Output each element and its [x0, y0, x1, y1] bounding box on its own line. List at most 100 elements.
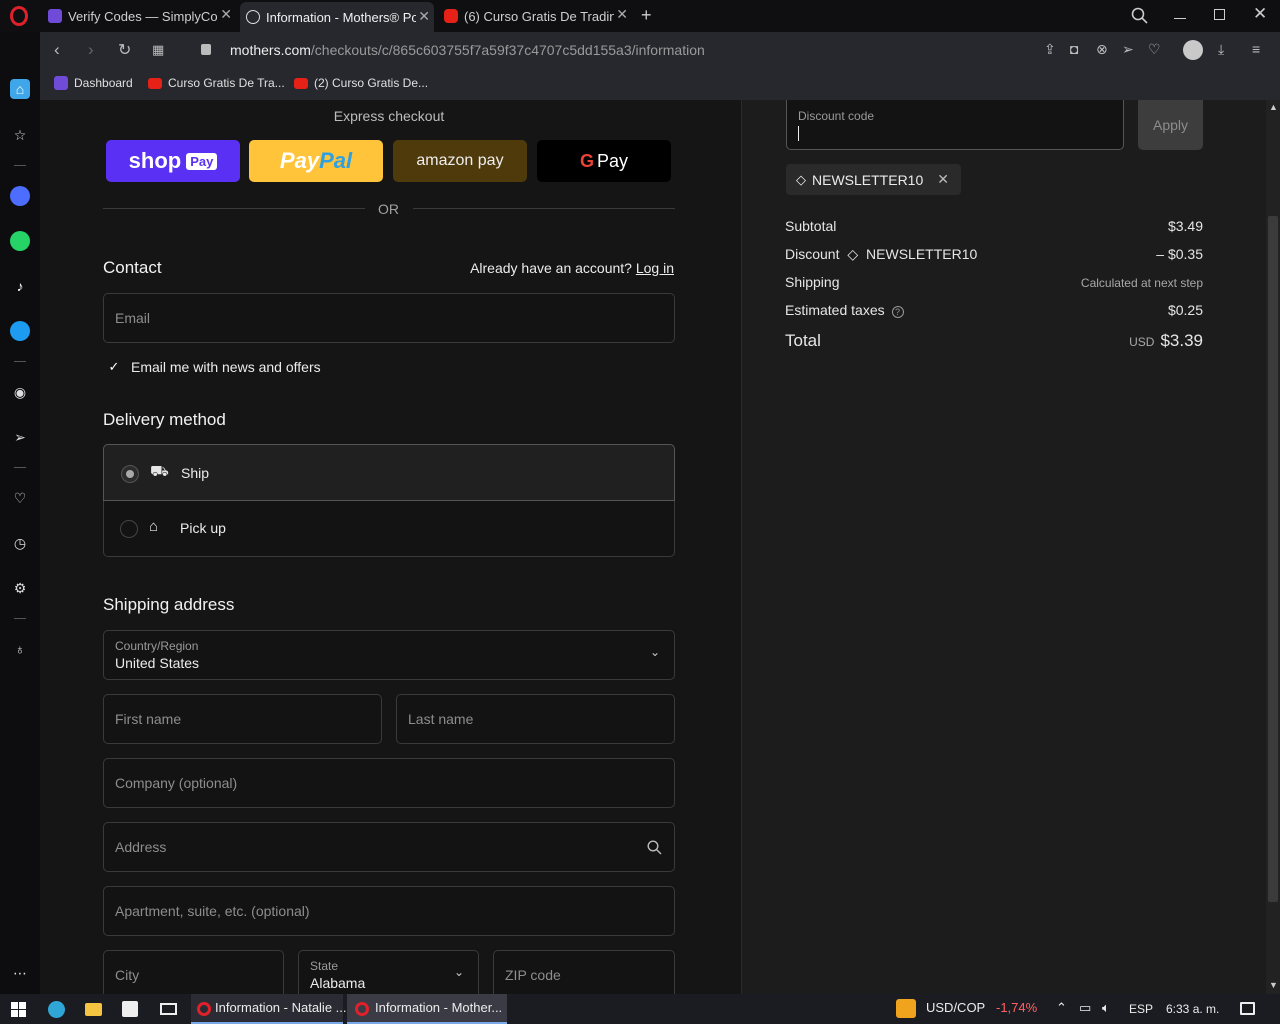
heart-icon[interactable]: ♡: [10, 488, 30, 508]
state-select[interactable]: State Alabama ⌄: [298, 950, 479, 994]
notifications-icon[interactable]: [1240, 1002, 1255, 1015]
help-icon[interactable]: ?: [891, 306, 904, 318]
new-tab-button[interactable]: +: [641, 5, 652, 26]
close-tab-icon[interactable]: ✕: [616, 6, 628, 23]
minimize-icon[interactable]: [1174, 18, 1186, 19]
scroll-down-icon[interactable]: ▼: [1269, 980, 1278, 990]
discount-code-field[interactable]: Discount code: [786, 100, 1124, 150]
folder-icon[interactable]: [85, 1003, 102, 1016]
ship-radio[interactable]: [121, 465, 139, 483]
tabs-grid-icon[interactable]: ▦: [152, 42, 164, 58]
dashboard-icon: [54, 76, 68, 90]
ship-option[interactable]: ⛟ Ship: [103, 444, 675, 501]
email-field[interactable]: Email: [103, 293, 675, 343]
chevron-down-icon: ⌄: [649, 645, 660, 659]
forward-icon[interactable]: ›: [88, 40, 94, 60]
lock-icon[interactable]: [201, 44, 211, 55]
apply-button[interactable]: Apply: [1138, 100, 1203, 150]
text-cursor: [798, 126, 799, 141]
google-pay-button[interactable]: G Pay: [537, 140, 671, 182]
newsletter-checkbox[interactable]: ✓: [106, 359, 122, 375]
ticker-change: -1,74%: [996, 1000, 1038, 1015]
share-icon[interactable]: ⇪: [1044, 41, 1056, 58]
close-tab-icon[interactable]: ✕: [418, 8, 430, 25]
divider: [14, 618, 26, 619]
remove-code-icon[interactable]: ✕: [937, 171, 949, 188]
close-window-icon[interactable]: ✕: [1253, 4, 1267, 24]
lightbulb-icon[interactable]: ♁: [10, 639, 30, 659]
settings-icon[interactable]: ⚙: [10, 578, 30, 598]
whatsapp-icon[interactable]: [10, 231, 30, 251]
more-icon[interactable]: ⋯: [10, 963, 30, 983]
last-name-field[interactable]: Last name: [396, 694, 675, 744]
first-name-field[interactable]: First name: [103, 694, 382, 744]
profile-icon[interactable]: [1183, 40, 1203, 60]
ticker-label[interactable]: USD/COP: [926, 1000, 985, 1015]
city-field[interactable]: City: [103, 950, 284, 994]
divider-left: [103, 208, 365, 209]
opera-sidebar: ⌂ ☆ ♪ ◉ ➢ ♡ ◷ ⚙ ♁ ⋯: [0, 32, 40, 994]
menu-icon[interactable]: ≡: [1252, 41, 1260, 57]
player-icon[interactable]: ◉: [10, 382, 30, 402]
address-field[interactable]: Address: [103, 822, 675, 872]
discount-tag[interactable]: ◇ NEWSLETTER10 ✕: [786, 164, 961, 195]
send-icon[interactable]: ➢: [10, 427, 30, 447]
tab-verify-codes[interactable]: Verify Codes — SimplyCodes ✕: [42, 4, 236, 28]
close-tab-icon[interactable]: ✕: [220, 6, 232, 23]
twitter-icon[interactable]: [10, 321, 30, 341]
send-icon[interactable]: ➢: [1122, 41, 1134, 58]
home-icon[interactable]: ⌂: [10, 79, 30, 99]
shipping-row: Shipping Calculated at next step: [785, 274, 1203, 290]
edge-icon[interactable]: [48, 1001, 65, 1018]
windows-start-icon[interactable]: [11, 1002, 26, 1017]
bookmark-curso-2[interactable]: (2) Curso Gratis De...: [294, 76, 428, 90]
url-field[interactable]: mothers.com/checkouts/c/865c603755f7a59f…: [230, 42, 705, 58]
shop-pay-button[interactable]: shop Pay: [106, 140, 240, 182]
adblock-icon[interactable]: ⊗: [1096, 41, 1108, 58]
bookmark-dashboard[interactable]: Dashboard: [54, 76, 133, 90]
page-scrollbar[interactable]: ▲ ▼: [1266, 100, 1280, 994]
tab-curso-trading[interactable]: (6) Curso Gratis De Trading ✕: [438, 4, 632, 28]
pickup-option[interactable]: ⌂ Pick up: [103, 501, 675, 557]
language-indicator[interactable]: ESP: [1129, 1002, 1153, 1016]
scroll-thumb[interactable]: [1268, 216, 1278, 902]
apartment-field[interactable]: Apartment, suite, etc. (optional): [103, 886, 675, 936]
tray-chevron-icon[interactable]: ⌃: [1056, 1000, 1067, 1016]
store-icon: ⌂: [149, 518, 159, 535]
login-link[interactable]: Log in: [636, 260, 674, 276]
pickup-radio[interactable]: [120, 520, 138, 538]
clock[interactable]: 6:33 a. m.: [1166, 1002, 1219, 1016]
globe-icon: [246, 10, 260, 24]
express-checkout-title: Express checkout: [333, 108, 445, 124]
volume-icon[interactable]: 🔈︎: [1102, 1000, 1110, 1016]
messenger-icon[interactable]: [10, 186, 30, 206]
search-tabs-icon[interactable]: [1131, 7, 1148, 24]
download-icon[interactable]: ⤓: [1218, 41, 1224, 58]
truck-icon: ⛟: [150, 463, 169, 480]
reload-icon[interactable]: ↻: [118, 40, 131, 60]
address-bar: ‹ › ↻ ▦ mothers.com/checkouts/c/865c6037…: [40, 32, 1280, 68]
taskbar-app-1-label: Information - Natalie ...: [215, 1000, 347, 1015]
paypal-button[interactable]: Pay Pal: [249, 140, 383, 182]
youtube-icon: [294, 77, 308, 89]
scroll-up-icon[interactable]: ▲: [1269, 102, 1278, 112]
back-icon[interactable]: ‹: [54, 40, 60, 60]
restore-icon[interactable]: [1214, 9, 1225, 20]
history-icon[interactable]: ◷: [10, 533, 30, 553]
mail-icon[interactable]: [160, 1003, 177, 1015]
amazon-pay-button[interactable]: amazon pay: [393, 140, 527, 182]
store-icon[interactable]: [122, 1001, 138, 1017]
network-icon[interactable]: ▭: [1079, 1000, 1091, 1016]
subtotal-row: Subtotal $3.49: [785, 218, 1203, 234]
zip-field[interactable]: ZIP code: [493, 950, 675, 994]
tiktok-icon[interactable]: ♪: [10, 276, 30, 296]
bookmark-star-icon[interactable]: ☆: [10, 125, 30, 145]
heart-icon[interactable]: ♡: [1148, 41, 1161, 58]
camera-icon[interactable]: ◘: [1070, 41, 1078, 57]
company-field[interactable]: Company (optional): [103, 758, 675, 808]
bookmark-curso-1[interactable]: Curso Gratis De Tra...: [148, 76, 285, 90]
opera-logo-icon[interactable]: [10, 6, 28, 26]
account-prompt: Already have an account? Log in: [470, 260, 674, 276]
country-select[interactable]: Country/Region United States ⌄: [103, 630, 675, 680]
tab-information[interactable]: Information - Mothers® Po ✕: [240, 2, 434, 32]
